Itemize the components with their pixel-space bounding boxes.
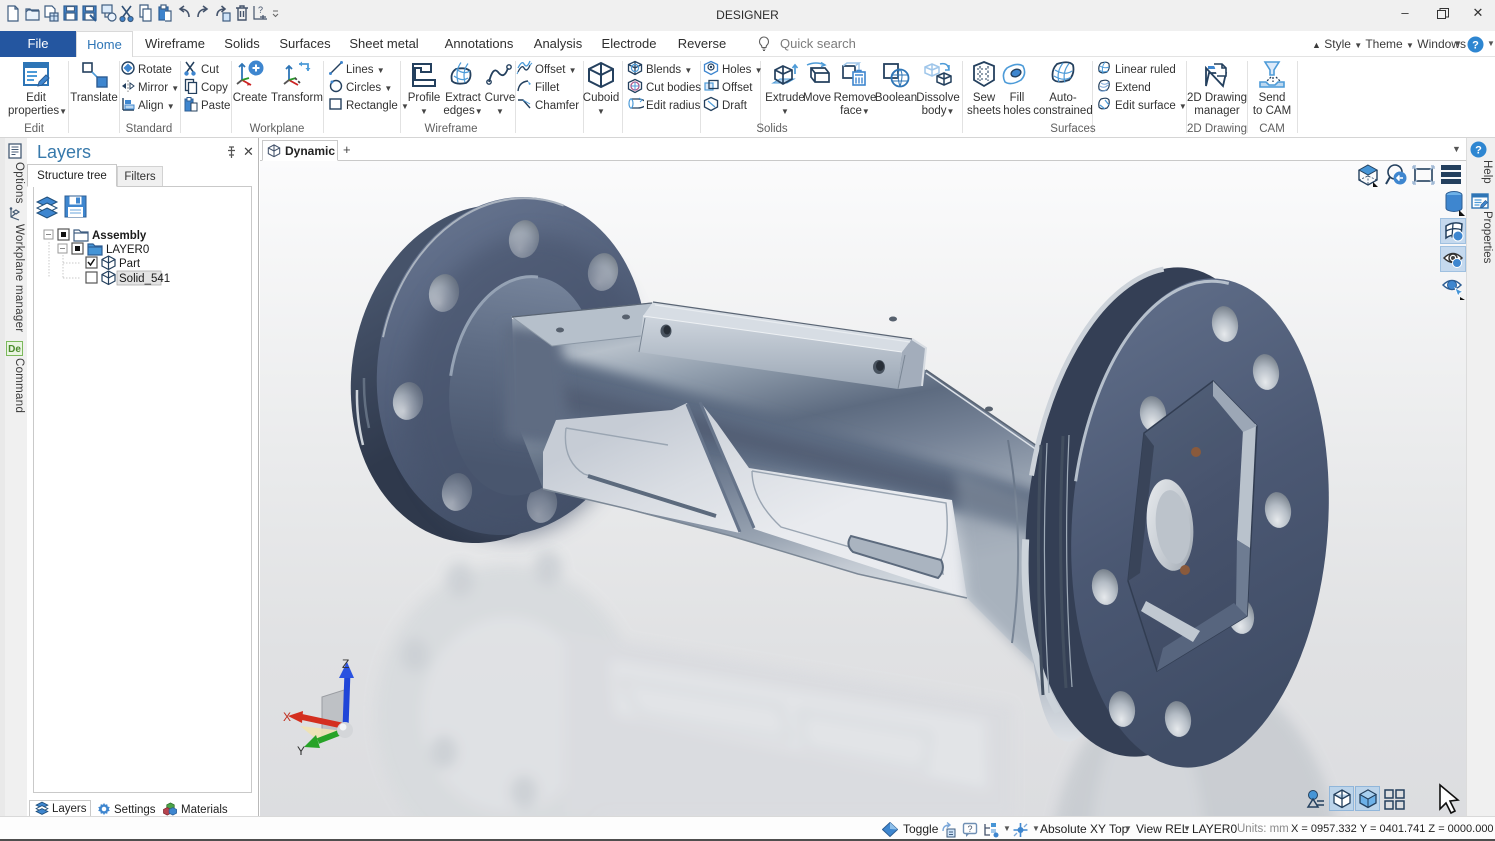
svg-text:?: ? xyxy=(967,824,972,834)
svg-text:LAYER0: LAYER0 xyxy=(106,244,149,256)
svg-text:?: ? xyxy=(1472,40,1479,52)
svg-text:Part: Part xyxy=(119,258,141,270)
svg-text:?: ? xyxy=(1475,145,1482,157)
svg-text:X: X xyxy=(283,710,291,724)
svg-text:Y: Y xyxy=(297,744,305,758)
svg-text:Z: Z xyxy=(342,657,349,671)
svg-text:Assembly: Assembly xyxy=(92,230,147,242)
svg-text:Solid_541: Solid_541 xyxy=(119,273,170,285)
svg-text:De: De xyxy=(8,344,21,355)
